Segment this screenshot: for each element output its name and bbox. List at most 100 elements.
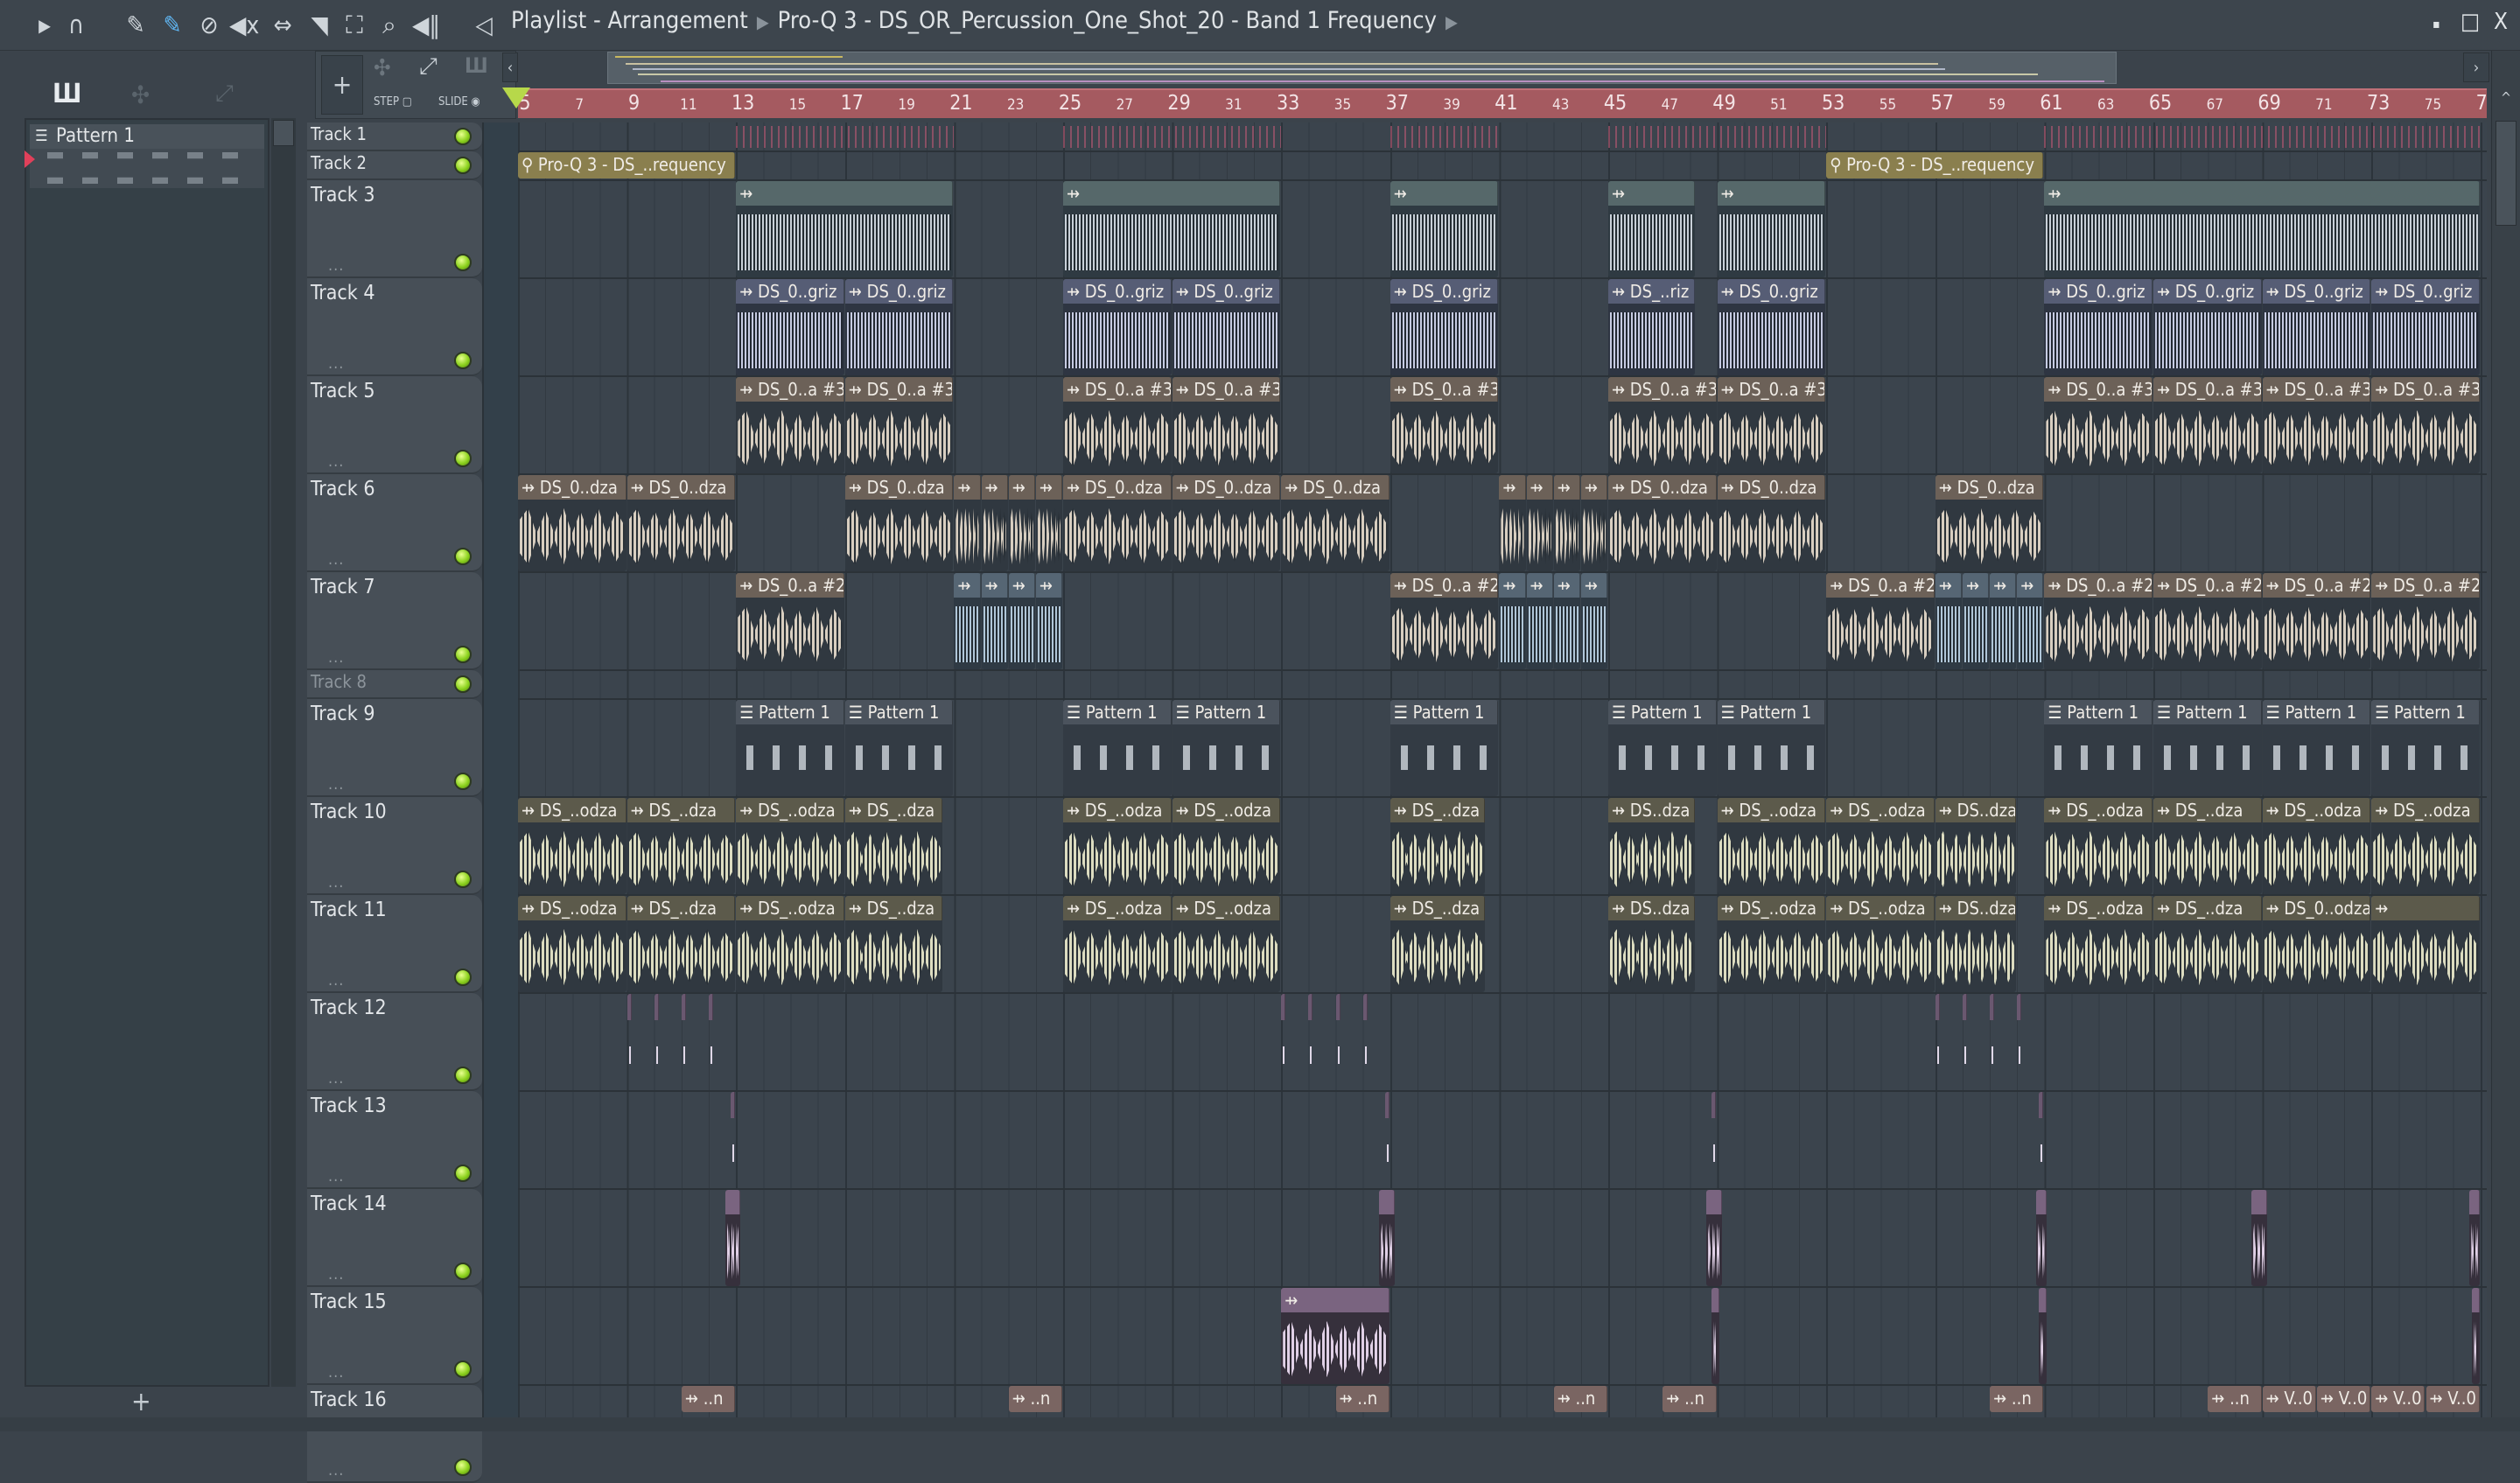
playlist-clip[interactable]: ⇸ DS_0..dza bbox=[1935, 475, 2044, 571]
automation-icon[interactable]: ⤢ bbox=[215, 80, 234, 108]
playlist-clip[interactable]: ⇸ bbox=[1035, 573, 1062, 669]
playlist-clip[interactable]: ⇸ DS_..odza bbox=[736, 798, 844, 894]
track-options-icon[interactable]: ... bbox=[328, 873, 344, 892]
playlist-clip[interactable]: ⇸ DS_0..griz bbox=[844, 279, 954, 375]
playlist-clip[interactable] bbox=[2472, 1288, 2480, 1384]
track-header[interactable]: Track 2 bbox=[307, 151, 482, 180]
playlist-clip[interactable]: ⇸ bbox=[1390, 181, 1499, 277]
track-header[interactable]: Track 12... bbox=[307, 993, 482, 1091]
playlist-clip[interactable]: ⇸ DS_0..griz bbox=[736, 279, 844, 375]
playlist-clip[interactable]: ⇸ DS_0..dza bbox=[1608, 475, 1717, 571]
track-enable-led[interactable] bbox=[454, 871, 472, 888]
audio-wave-icon[interactable]: ✣ bbox=[374, 55, 391, 81]
playlist-clip[interactable]: ⇸ bbox=[981, 573, 1008, 669]
track-header[interactable]: Track 15... bbox=[307, 1287, 482, 1385]
playlist-clip[interactable]: ☰ Pattern 1 bbox=[844, 700, 954, 796]
timeline-ruler[interactable]: 5 7 9 11 13 15 17 19 21 23 25 27 29 31 33 35 37 39 41 43 45 4… bbox=[518, 88, 2487, 118]
track-options-icon[interactable]: ... bbox=[328, 452, 344, 471]
track-enable-led[interactable] bbox=[454, 548, 472, 565]
track-options-icon[interactable]: ... bbox=[328, 1167, 344, 1186]
playlist-clip[interactable] bbox=[1281, 994, 1288, 1090]
playlist-clip[interactable]: ⇸ DS_0..griz bbox=[1172, 279, 1281, 375]
playlist-clip[interactable]: ⇸ DS_0..a #2 bbox=[2044, 573, 2152, 669]
playlist-clip[interactable]: ⇸ DS_0..griz bbox=[1063, 279, 1172, 375]
track-options-icon[interactable]: ... bbox=[328, 256, 344, 275]
playlist-clip[interactable]: ⇸ DS_0..a #2 bbox=[2371, 573, 2480, 669]
playlist-clip[interactable]: ⇸ DS_..odza bbox=[736, 896, 844, 992]
track-enable-led[interactable] bbox=[454, 1165, 472, 1182]
playlist-clip[interactable]: ⇸ V..0 bbox=[2262, 1386, 2316, 1412]
scroll-up-button[interactable]: ^ bbox=[2496, 89, 2516, 114]
play-arrow-icon[interactable]: ▶ bbox=[30, 10, 60, 40]
playlist-clip[interactable]: ⇸ DS_..odza bbox=[1063, 798, 1172, 894]
playlist-clip[interactable]: ⇸ ..n bbox=[681, 1386, 736, 1412]
track-header[interactable]: Track 7... bbox=[307, 572, 482, 670]
playlist-clip[interactable]: ⇸ DS_0..griz bbox=[1390, 279, 1499, 375]
track-header[interactable]: Track 9... bbox=[307, 699, 482, 797]
track-enable-led[interactable] bbox=[454, 254, 472, 271]
playlist-clip[interactable] bbox=[681, 994, 689, 1090]
track-enable-led[interactable] bbox=[454, 450, 472, 467]
track-options-icon[interactable]: ... bbox=[328, 550, 344, 569]
step-toggle[interactable]: STEP ▢ bbox=[374, 95, 412, 108]
playlist-clip[interactable]: ⇸ bbox=[1499, 475, 1526, 571]
playlist-clip[interactable]: ⇸ DS_..dza bbox=[1390, 798, 1485, 894]
playlist-clip[interactable]: ⇸ DS_0..a #2 bbox=[736, 573, 844, 669]
pencil-icon[interactable]: ✎ bbox=[121, 10, 150, 40]
playlist-clip[interactable]: ⇸ DS_..riz bbox=[1608, 279, 1695, 375]
playlist-clip[interactable]: ⇸ bbox=[1008, 573, 1035, 669]
audio-wave-icon[interactable]: ✣ bbox=[131, 80, 150, 109]
playlist-clip[interactable]: ⚲ Pro-Q 3 - DS_..requency bbox=[1826, 152, 2044, 178]
playlist-clip[interactable]: ⇸ DS_0..dza bbox=[1063, 475, 1172, 571]
playlist-clip[interactable]: ⇸ DS_0..odza bbox=[2262, 896, 2371, 992]
playlist-clip[interactable]: ⇸ DS_0..a #3 bbox=[1717, 377, 1826, 473]
playlist-clip[interactable]: ⇸ DS_..odza bbox=[1717, 896, 1826, 992]
playlist-clip[interactable]: ⇸ DS_..odza bbox=[1172, 798, 1281, 894]
playlist-clip[interactable]: ☰ Pattern 1 bbox=[1172, 700, 1281, 796]
maximize-button[interactable]: □ bbox=[2460, 9, 2480, 35]
magnet-snap-icon[interactable]: ∩ bbox=[61, 10, 91, 40]
playlist-clip[interactable]: ⇸ bbox=[1526, 573, 1553, 669]
track-header[interactable]: Track 14... bbox=[307, 1189, 482, 1287]
scroll-thumb[interactable] bbox=[2496, 121, 2516, 226]
track-header[interactable]: Track 5... bbox=[307, 376, 482, 474]
track-options-icon[interactable]: ... bbox=[328, 1265, 344, 1284]
playlist-clip[interactable]: ⇸ DS_0..dza bbox=[518, 475, 626, 571]
playlist-clip[interactable]: ⇸ DS_..dza bbox=[626, 896, 736, 992]
track-enable-led[interactable] bbox=[454, 1361, 472, 1378]
playlist-clip[interactable] bbox=[1706, 1190, 1722, 1286]
playlist-clip[interactable]: ⇸ DS_0..griz bbox=[2153, 279, 2262, 375]
automation-icon[interactable]: ⤢ bbox=[419, 53, 438, 80]
mute-icon[interactable]: ◀x bbox=[229, 10, 259, 40]
playlist-clip[interactable] bbox=[1990, 994, 1997, 1090]
playlist-clip[interactable]: ☰ Pattern 1 bbox=[2153, 700, 2262, 796]
playlist-clip[interactable]: ⇸ bbox=[1990, 573, 2017, 669]
playlist-clip[interactable] bbox=[2469, 1190, 2480, 1286]
playlist-clip[interactable] bbox=[2251, 1190, 2267, 1286]
playlist-clip[interactable]: ⇸ DS_0..a #3 bbox=[2262, 377, 2371, 473]
track-header[interactable]: Track 6... bbox=[307, 474, 482, 572]
speaker-icon[interactable]: ◁ bbox=[469, 10, 499, 40]
playlist-clip[interactable]: ⇸ DS_..odza bbox=[2371, 798, 2480, 894]
playlist-clip[interactable]: ⇸ DS_0..griz bbox=[1717, 279, 1826, 375]
playlist-clip[interactable] bbox=[1712, 1092, 1718, 1188]
track-options-icon[interactable]: ... bbox=[328, 648, 344, 667]
playlist-clip[interactable] bbox=[1384, 1092, 1391, 1188]
playlist-clip[interactable]: ☰ Pattern 1 bbox=[1717, 700, 1826, 796]
playlist-clip[interactable]: ⇸ V..0 bbox=[2316, 1386, 2371, 1412]
playlist-clip[interactable]: ⇸ V..0 bbox=[2426, 1386, 2480, 1412]
playlist-clip[interactable] bbox=[1308, 994, 1315, 1090]
close-button[interactable]: X bbox=[2494, 9, 2508, 35]
track-options-icon[interactable]: ... bbox=[328, 1461, 344, 1480]
playhead-marker[interactable] bbox=[502, 87, 530, 108]
playlist-clip[interactable]: ⇸ DS_0..dza bbox=[1717, 475, 1826, 571]
playlist-clip[interactable]: ⇸ DS_..odza bbox=[518, 896, 626, 992]
playlist-clip[interactable]: ⇸ DS_..odza bbox=[1826, 896, 1935, 992]
scroll-thumb[interactable] bbox=[273, 120, 294, 146]
playlist-clip[interactable] bbox=[1362, 994, 1390, 1090]
track-header[interactable]: Track 13... bbox=[307, 1091, 482, 1189]
playlist-clip[interactable]: ⇸ ..n bbox=[1335, 1386, 1390, 1412]
paint-brush-icon[interactable]: ✎ bbox=[158, 10, 187, 40]
playlist-clip[interactable]: ⇸ bbox=[1526, 475, 1553, 571]
playlist-clip[interactable]: ⇸ ..n bbox=[2208, 1386, 2262, 1412]
